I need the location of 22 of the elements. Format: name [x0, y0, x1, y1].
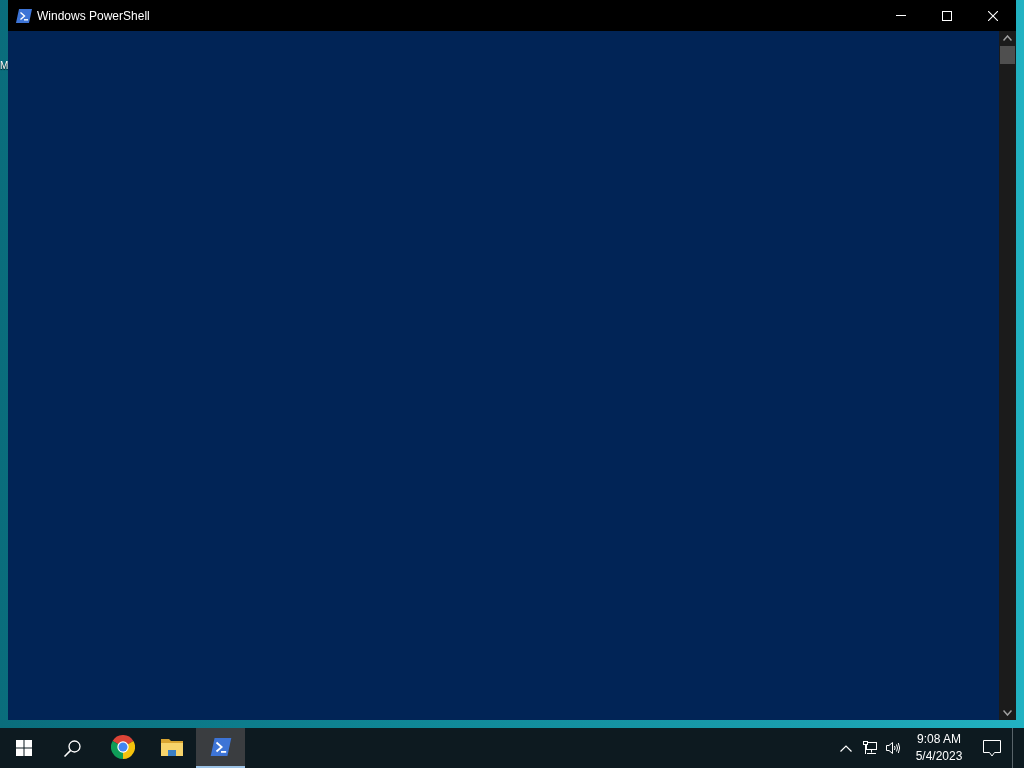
taskbar-app-button[interactable]: [196, 728, 245, 768]
minimize-icon: [896, 15, 906, 16]
color-wheel-icon: [110, 735, 135, 759]
scroll-down-icon[interactable]: [1003, 710, 1012, 716]
terminal-prompt-icon: [209, 738, 232, 756]
search-icon: [63, 739, 81, 757]
maximize-icon: [942, 10, 952, 21]
clock-date[interactable]: 5/4/2023: [915, 748, 963, 765]
desktop-icon-label[interactable]: M: [0, 60, 9, 71]
window-title: Windows PowerShell: [37, 8, 150, 23]
windows-logo-icon: [16, 740, 32, 756]
clock-time[interactable]: 9:08 AM: [917, 731, 961, 748]
speech-bubble-icon: [983, 739, 1001, 757]
scroll-thumb[interactable]: [1000, 46, 1015, 64]
folder-icon: [160, 738, 183, 756]
speaker-icon: [886, 741, 900, 755]
terminal-prompt-icon: [16, 8, 32, 23]
monitor-icon: [863, 741, 877, 755]
chevron-up-icon: [840, 744, 852, 752]
close-icon: [988, 10, 998, 21]
scrollbar[interactable]: [999, 31, 1016, 720]
scroll-up-icon[interactable]: [1003, 35, 1012, 41]
